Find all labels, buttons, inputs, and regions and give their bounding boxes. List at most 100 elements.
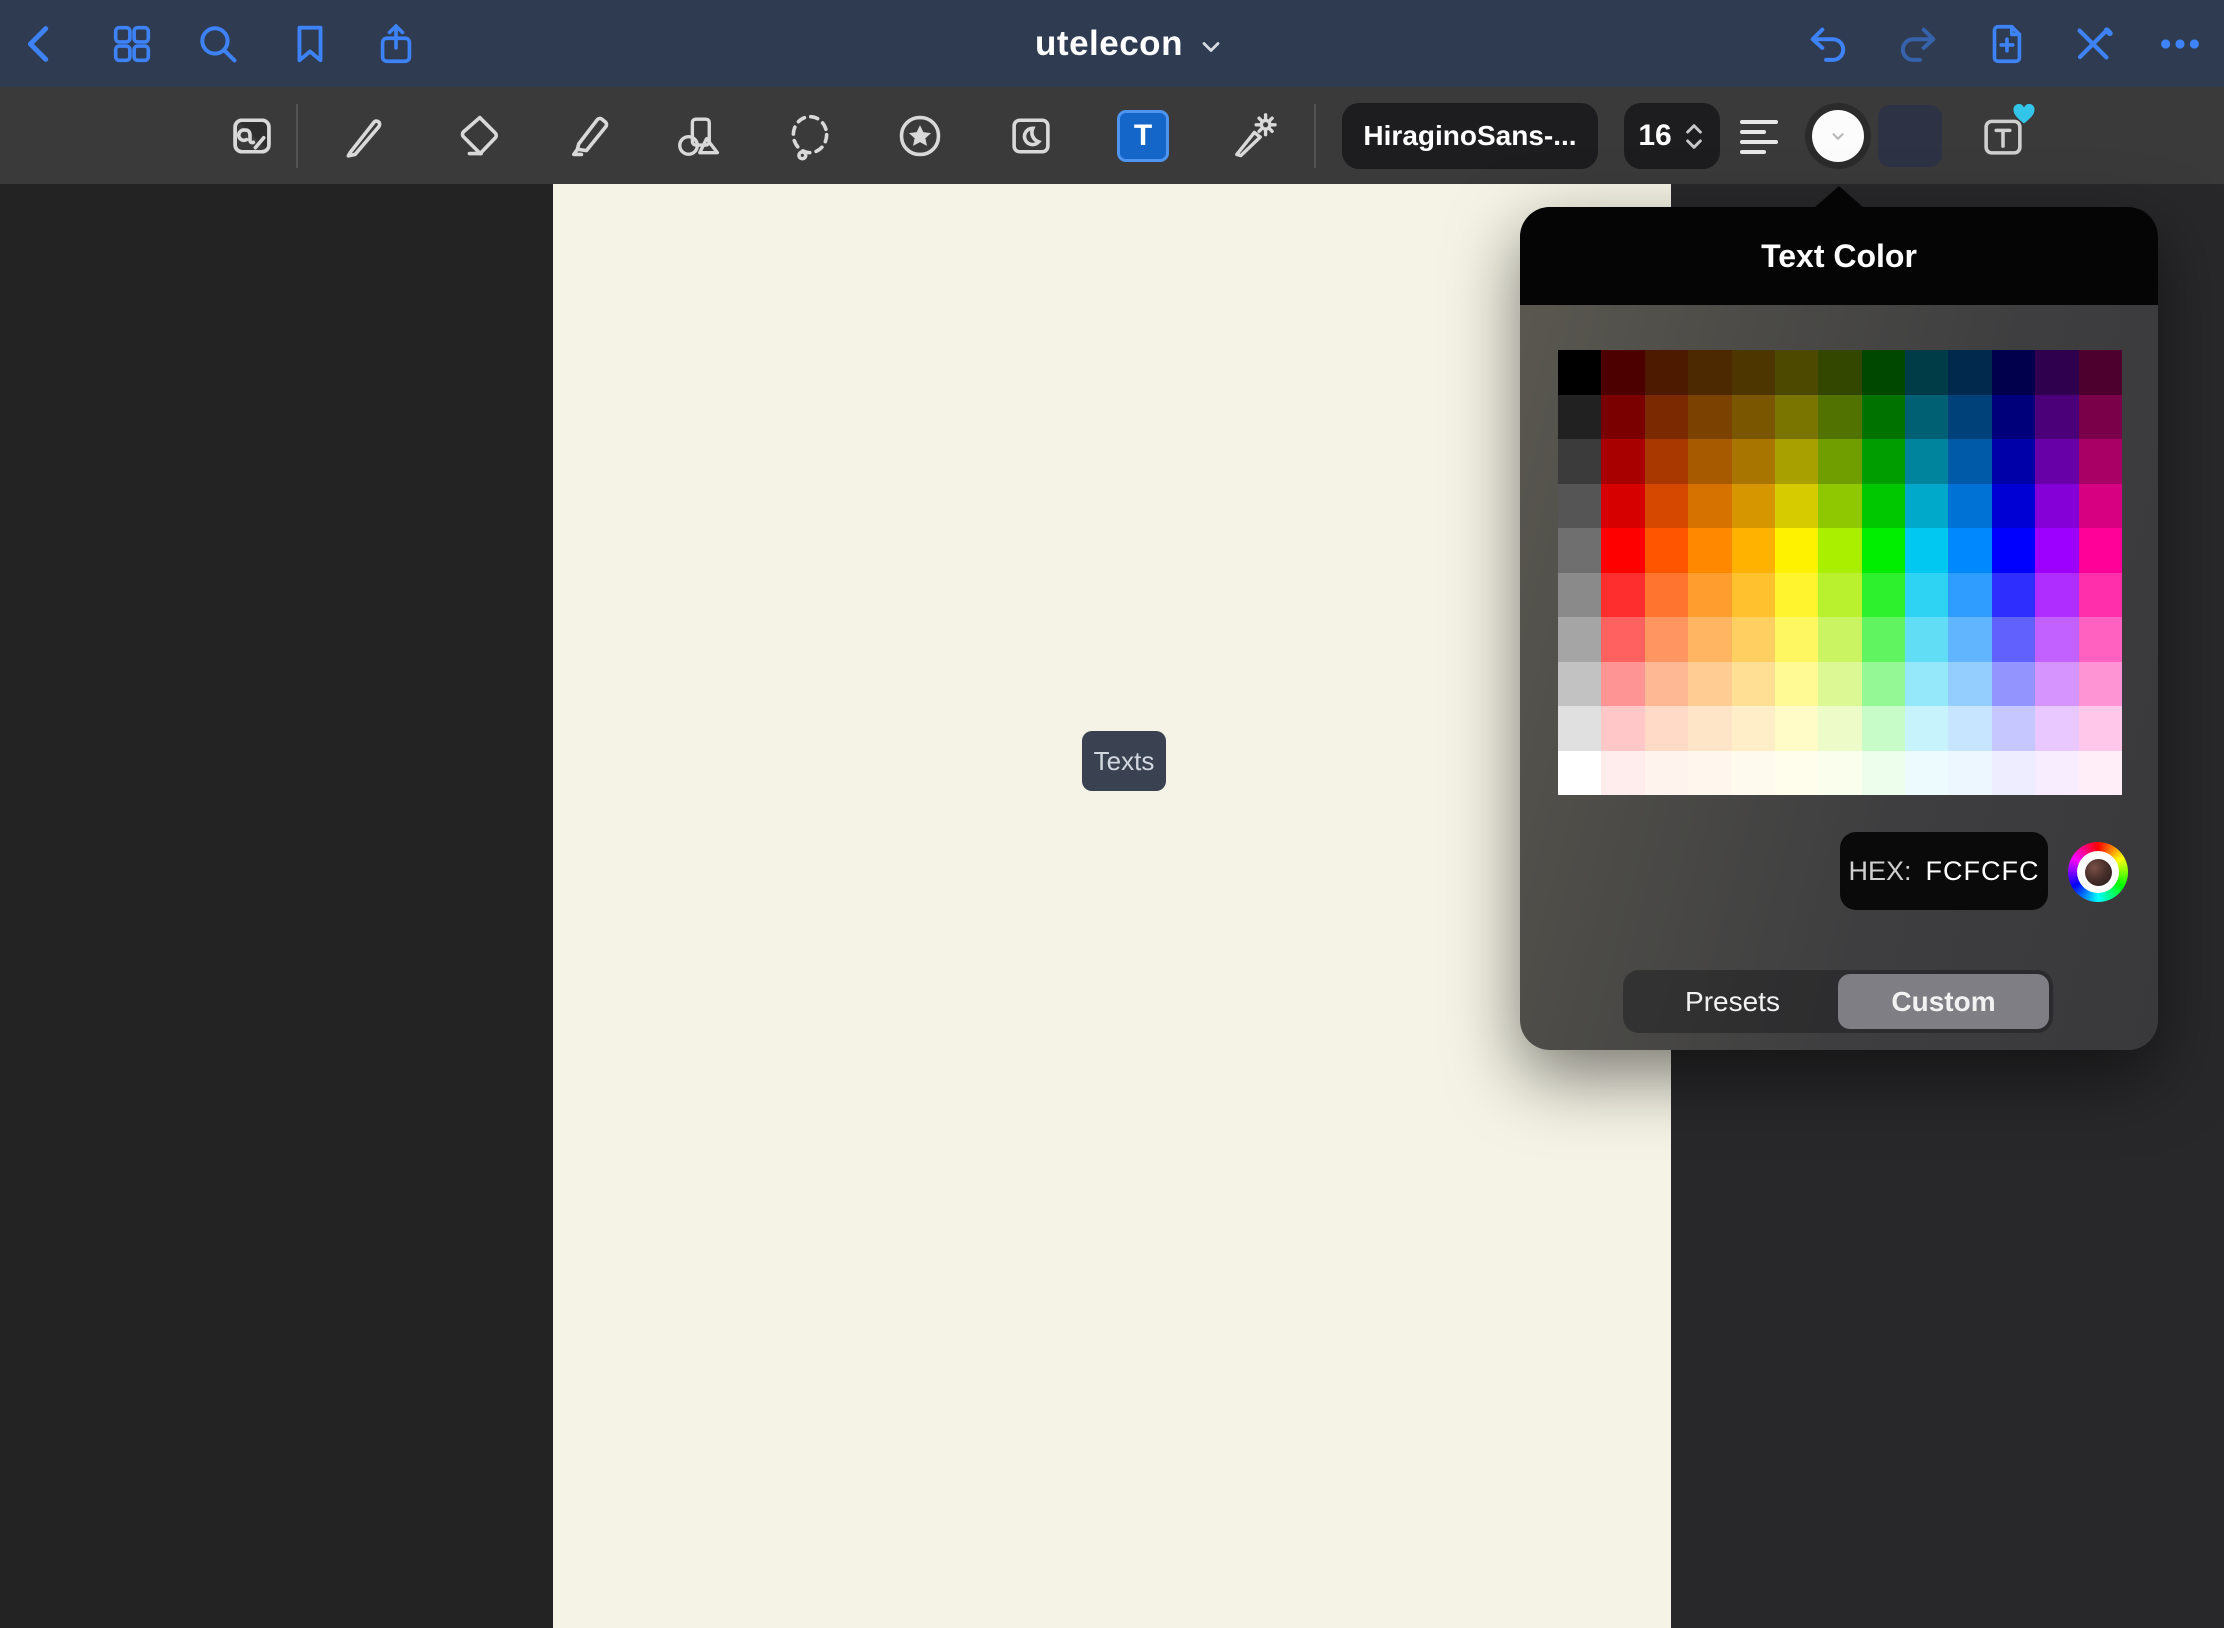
color-swatch[interactable] <box>1688 395 1731 440</box>
color-swatch[interactable] <box>1905 751 1948 796</box>
color-swatch[interactable] <box>1818 528 1861 573</box>
color-swatch[interactable] <box>1948 751 1991 796</box>
texts-label-chip[interactable]: Texts <box>1082 731 1166 791</box>
color-swatch[interactable] <box>1645 528 1688 573</box>
color-swatch[interactable] <box>1818 617 1861 662</box>
tab-presets[interactable]: Presets <box>1627 974 1838 1029</box>
color-swatch[interactable] <box>1688 439 1731 484</box>
color-swatch[interactable] <box>1905 439 1948 484</box>
color-swatch[interactable] <box>1558 395 1601 440</box>
color-swatch[interactable] <box>1818 350 1861 395</box>
color-swatch[interactable] <box>2035 484 2078 529</box>
color-swatch[interactable] <box>1905 528 1948 573</box>
color-swatch[interactable] <box>1601 439 1644 484</box>
color-swatch[interactable] <box>1601 617 1644 662</box>
color-swatch[interactable] <box>1688 617 1731 662</box>
color-swatch[interactable] <box>2079 350 2122 395</box>
undo-button[interactable] <box>1797 0 1861 87</box>
text-tool-button[interactable]: T <box>1108 101 1178 171</box>
font-name-button[interactable]: HiraginoSans-... <box>1342 103 1598 169</box>
color-swatch[interactable] <box>1601 751 1644 796</box>
text-style-button[interactable] <box>1968 101 2038 171</box>
color-swatch[interactable] <box>1948 617 1991 662</box>
search-button[interactable] <box>186 0 250 87</box>
laser-tool-button[interactable] <box>1218 101 1288 171</box>
color-swatch[interactable] <box>1818 573 1861 618</box>
document-title-button[interactable]: utelecon <box>1000 0 1260 87</box>
color-swatch[interactable] <box>1905 662 1948 707</box>
color-swatch[interactable] <box>1688 573 1731 618</box>
color-swatch[interactable] <box>2079 439 2122 484</box>
eraser-tool-button[interactable] <box>443 101 513 171</box>
color-swatch[interactable] <box>1645 395 1688 440</box>
color-swatch[interactable] <box>1558 439 1601 484</box>
color-swatch[interactable] <box>1645 751 1688 796</box>
color-swatch[interactable] <box>2035 395 2078 440</box>
thumbnails-button[interactable] <box>100 0 164 87</box>
color-swatch[interactable] <box>1992 484 2035 529</box>
color-swatch[interactable] <box>1732 350 1775 395</box>
color-swatch[interactable] <box>1645 350 1688 395</box>
color-swatch[interactable] <box>1862 573 1905 618</box>
color-swatch[interactable] <box>2079 573 2122 618</box>
color-swatch[interactable] <box>1905 706 1948 751</box>
back-button[interactable] <box>8 0 72 87</box>
color-swatch[interactable] <box>1732 439 1775 484</box>
color-swatch[interactable] <box>1775 484 1818 529</box>
color-swatch[interactable] <box>1948 706 1991 751</box>
color-swatch[interactable] <box>1558 528 1601 573</box>
color-swatch[interactable] <box>1775 662 1818 707</box>
color-swatch[interactable] <box>1558 662 1601 707</box>
color-swatch[interactable] <box>1688 662 1731 707</box>
redo-button[interactable] <box>1885 0 1949 87</box>
color-swatch[interactable] <box>1862 662 1905 707</box>
highlighter-tool-button[interactable] <box>555 101 625 171</box>
color-swatch[interactable] <box>1905 617 1948 662</box>
color-swatch[interactable] <box>2035 573 2078 618</box>
color-swatch[interactable] <box>1862 395 1905 440</box>
color-swatch[interactable] <box>1645 573 1688 618</box>
text-color-button[interactable] <box>1805 103 1871 169</box>
shapes-tool-button[interactable] <box>663 101 733 171</box>
color-swatch[interactable] <box>2079 751 2122 796</box>
color-swatch[interactable] <box>1862 751 1905 796</box>
color-swatch[interactable] <box>1992 662 2035 707</box>
color-swatch[interactable] <box>1992 617 2035 662</box>
scribble-edit-tool-button[interactable] <box>217 101 287 171</box>
color-swatch[interactable] <box>1818 751 1861 796</box>
color-swatch[interactable] <box>1688 706 1731 751</box>
color-swatch[interactable] <box>1732 573 1775 618</box>
color-swatch[interactable] <box>1948 395 1991 440</box>
color-swatch[interactable] <box>2079 706 2122 751</box>
color-swatch[interactable] <box>1645 484 1688 529</box>
color-swatch[interactable] <box>2035 662 2078 707</box>
color-swatch[interactable] <box>2079 395 2122 440</box>
color-swatch[interactable] <box>1862 484 1905 529</box>
color-swatch[interactable] <box>1732 395 1775 440</box>
color-swatch[interactable] <box>1992 573 2035 618</box>
text-align-button[interactable] <box>1726 103 1792 169</box>
color-swatch[interactable] <box>1775 439 1818 484</box>
color-swatch[interactable] <box>1775 617 1818 662</box>
color-swatch[interactable] <box>1905 484 1948 529</box>
color-swatch[interactable] <box>1992 706 2035 751</box>
color-swatch[interactable] <box>1775 528 1818 573</box>
color-swatch[interactable] <box>1645 706 1688 751</box>
color-swatch[interactable] <box>1948 439 1991 484</box>
color-swatch[interactable] <box>2079 528 2122 573</box>
color-swatch[interactable] <box>1558 751 1601 796</box>
color-swatch[interactable] <box>2035 350 2078 395</box>
color-swatch[interactable] <box>1818 395 1861 440</box>
color-swatch[interactable] <box>1601 350 1644 395</box>
color-swatch[interactable] <box>1775 395 1818 440</box>
color-swatch[interactable] <box>1775 350 1818 395</box>
document-page[interactable] <box>553 184 1671 1628</box>
hex-input[interactable]: HEX: FCFCFC <box>1840 832 2048 910</box>
bookmark-button[interactable] <box>278 0 342 87</box>
color-swatch[interactable] <box>1775 751 1818 796</box>
color-swatch[interactable] <box>1948 662 1991 707</box>
color-swatch[interactable] <box>2079 484 2122 529</box>
color-swatch[interactable] <box>2035 706 2078 751</box>
color-swatch[interactable] <box>1992 439 2035 484</box>
color-swatch[interactable] <box>1645 617 1688 662</box>
